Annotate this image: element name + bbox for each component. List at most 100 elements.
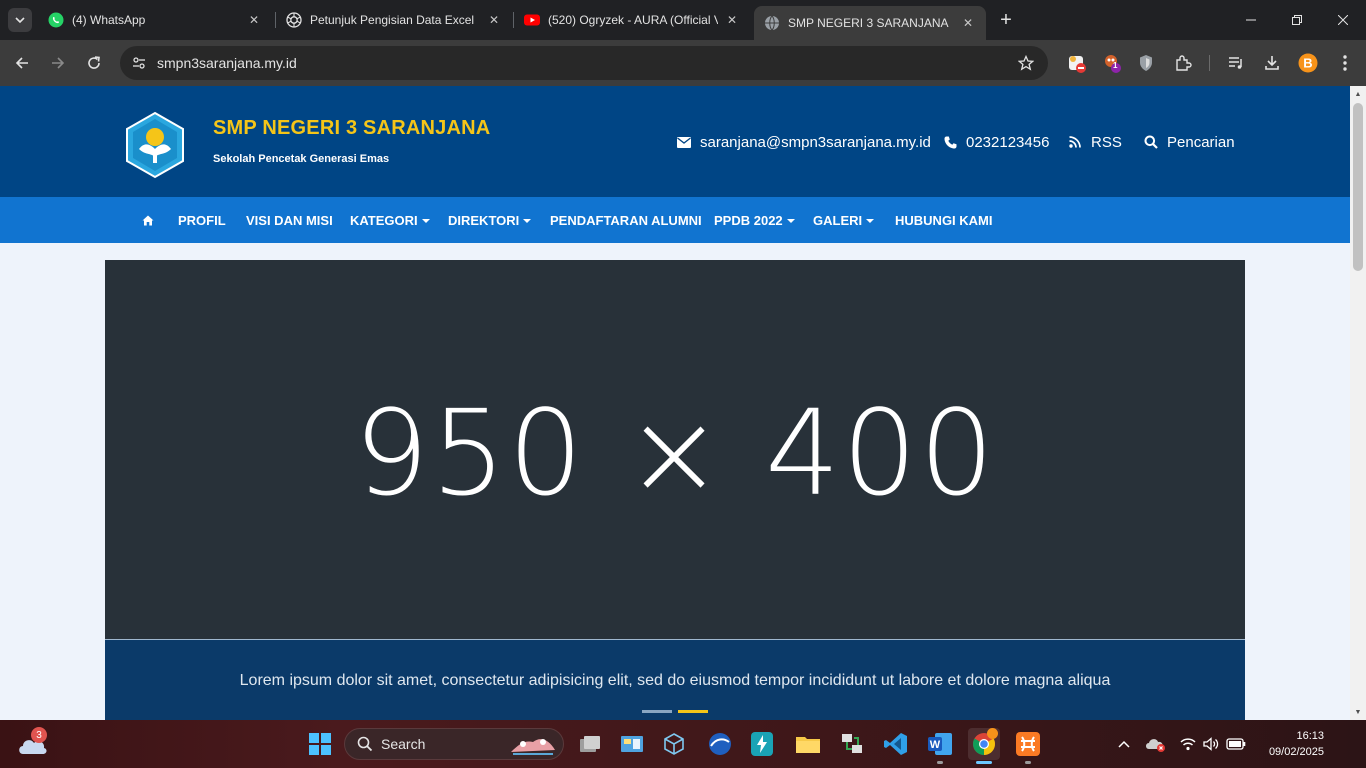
task-view-icon: [580, 736, 600, 752]
slide-indicator-2[interactable]: [678, 710, 708, 713]
search-icon: [357, 736, 373, 752]
speaker-icon: [1203, 737, 1219, 751]
contact-email[interactable]: saranjana@smpn3saranjana.my.id: [676, 133, 931, 151]
url-text[interactable]: smpn3saranjana.my.id: [157, 55, 297, 71]
rss-link[interactable]: RSS: [1067, 133, 1122, 151]
clock-time: 16:13: [1296, 730, 1324, 742]
tab-petunjuk[interactable]: Petunjuk Pengisian Data Excel ✕: [276, 6, 512, 34]
onedrive-status[interactable]: [1144, 732, 1168, 756]
nav-label: VISI DAN MISI: [246, 212, 333, 228]
taskbar-app-browser-blue[interactable]: [704, 728, 736, 760]
contact-phone[interactable]: 0232123456: [942, 133, 1049, 151]
whatsapp-icon: [48, 12, 64, 28]
svg-text:W: W: [930, 739, 941, 751]
bookmark-button[interactable]: [1016, 53, 1036, 73]
extension-adblock[interactable]: [1065, 51, 1089, 75]
chevron-up-icon: [1118, 740, 1130, 748]
placeholder-dimensions: 950 × 400: [353, 383, 997, 522]
tab-search-button[interactable]: [8, 8, 32, 32]
nav-galeri[interactable]: GALERI: [813, 197, 875, 243]
running-indicator: [937, 761, 943, 764]
puzzle-icon: [1176, 55, 1192, 71]
close-icon[interactable]: ✕: [486, 12, 502, 28]
nav-label: KATEGORI: [350, 212, 418, 228]
nav-hubungi-kami[interactable]: HUBUNGI KAMI: [895, 197, 993, 243]
volume-status[interactable]: [1201, 732, 1221, 756]
tab-strip: (4) WhatsApp ✕ Petunjuk Pengisian Data E…: [0, 0, 1366, 40]
phone-text: 0232123456: [966, 133, 1050, 151]
scroll-up-arrow[interactable]: ▲: [1350, 86, 1366, 102]
lightning-icon: [751, 732, 773, 756]
page-scrollbar[interactable]: ▲ ▼: [1350, 86, 1366, 720]
extension-badge[interactable]: 1: [1100, 51, 1124, 75]
taskbar-app-xampp[interactable]: [1012, 728, 1044, 760]
address-bar[interactable]: smpn3saranjana.my.id: [120, 46, 1048, 80]
download-icon: [1265, 56, 1279, 70]
downloads-button[interactable]: [1260, 51, 1284, 75]
back-button[interactable]: [8, 49, 36, 77]
close-icon: [1338, 15, 1348, 25]
nav-home[interactable]: [142, 197, 154, 243]
extensions-menu-button[interactable]: [1171, 51, 1195, 75]
nav-ppdb[interactable]: PPDB 2022: [714, 197, 795, 243]
nav-profil[interactable]: PROFIL: [178, 197, 226, 243]
nav-kategori[interactable]: KATEGORI: [350, 197, 430, 243]
site-info-button[interactable]: [128, 52, 150, 74]
toolbar-divider: [1209, 55, 1210, 71]
show-hidden-icons-button[interactable]: [1114, 732, 1134, 756]
search-link[interactable]: Pencarian: [1143, 133, 1235, 151]
taskbar-app-chrome[interactable]: [968, 728, 1000, 760]
tut-wuri-handayani-logo[interactable]: [121, 111, 189, 179]
start-button[interactable]: [304, 728, 336, 760]
ball-browser-icon: [709, 733, 731, 755]
reload-button[interactable]: [80, 49, 108, 77]
minimize-icon: [1246, 19, 1256, 21]
tab-whatsapp[interactable]: (4) WhatsApp ✕: [38, 6, 272, 34]
close-icon[interactable]: ✕: [960, 15, 976, 31]
close-icon[interactable]: ✕: [246, 12, 262, 28]
nav-direktori[interactable]: DIREKTORI: [448, 197, 532, 243]
chevron-down-icon: [15, 17, 25, 24]
scroll-down-arrow[interactable]: ▼: [1350, 704, 1366, 720]
tab-youtube[interactable]: (520) Ogryzek - AURA (Official V ✕: [514, 6, 750, 34]
tab-smpn3[interactable]: SMP NEGERI 3 SARANJANA ✕: [754, 6, 986, 40]
slide-caption-text: Lorem ipsum dolor sit amet, consectetur …: [239, 672, 1111, 689]
taskbar-app-bolt[interactable]: [746, 728, 778, 760]
restore-button[interactable]: [1274, 0, 1320, 40]
taskbar-app-word[interactable]: W: [924, 728, 956, 760]
forward-button[interactable]: [44, 49, 72, 77]
taskbar-search[interactable]: Search: [344, 728, 564, 760]
svg-text:B: B: [1303, 56, 1312, 71]
more-vert-icon: [1343, 55, 1347, 71]
taskbar-clock[interactable]: 16:13 09/02/2025: [1244, 728, 1324, 760]
taskbar-app-file-explorer[interactable]: [792, 728, 824, 760]
taskbar-app-control-panel[interactable]: [616, 728, 648, 760]
taskbar-app-vscode[interactable]: [880, 728, 912, 760]
nav-label: GALERI: [813, 212, 863, 228]
rss-text: RSS: [1091, 133, 1122, 151]
slide-indicator-1[interactable]: [642, 710, 672, 713]
close-window-button[interactable]: [1320, 0, 1366, 40]
extension-shield[interactable]: [1134, 51, 1158, 75]
taskbar-app-network-tool[interactable]: [836, 728, 868, 760]
hero-slider[interactable]: 950 × 400 Lorem ipsum dolor sit amet, co…: [105, 260, 1245, 720]
nav-pendaftaran-alumni[interactable]: PENDAFTARAN ALUMNI: [550, 197, 702, 243]
minimize-button[interactable]: [1228, 0, 1274, 40]
vscode-icon: [884, 733, 907, 755]
browser-menu-button[interactable]: [1333, 51, 1357, 75]
battery-charging-icon: [1226, 738, 1246, 750]
windows-taskbar: 3 Search W 16:13 09/02/2025: [0, 720, 1366, 768]
taskbar-app-virtualbox[interactable]: [658, 728, 690, 760]
task-view-button[interactable]: [574, 728, 606, 760]
wifi-status[interactable]: [1178, 732, 1198, 756]
search-text: Pencarian: [1167, 133, 1235, 151]
new-tab-button[interactable]: +: [994, 8, 1018, 32]
nav-visi-misi[interactable]: VISI DAN MISI: [246, 197, 333, 243]
media-control-button[interactable]: [1224, 51, 1248, 75]
bitcoin-extension[interactable]: B: [1296, 51, 1320, 75]
site-title[interactable]: SMP NEGERI 3 SARANJANA: [213, 117, 490, 140]
shield-icon: [1140, 55, 1152, 71]
scrollbar-thumb[interactable]: [1353, 103, 1363, 271]
close-icon[interactable]: ✕: [724, 12, 740, 28]
wifi-icon: [1180, 738, 1196, 751]
